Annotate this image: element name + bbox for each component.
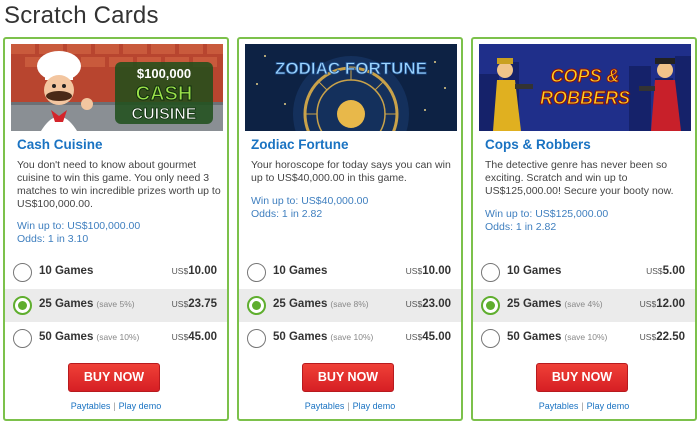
win-up-to: Win up to: US$100,000.00: [17, 220, 141, 232]
banner-text-title: ZODIAC FORTUNE: [275, 59, 427, 78]
option-50-games[interactable]: 50 Games (save 10%) US$22.50: [473, 322, 695, 355]
option-25-games[interactable]: 25 Games (save 4%) US$12.00: [473, 289, 695, 322]
option-currency: US$: [639, 299, 657, 309]
banner-text-cash: CASH: [136, 83, 193, 105]
option-price: 23.75: [188, 298, 217, 310]
play-demo-link[interactable]: Play demo: [353, 401, 396, 411]
odds: Odds: 1 in 2.82: [485, 221, 557, 233]
option-price: 45.00: [422, 331, 451, 343]
game-banner-image[interactable]: COPS & ROBBERS: [479, 44, 691, 131]
banner-text-robbers: ROBBERS: [540, 88, 630, 108]
option-save: (save 10%): [330, 332, 374, 342]
option-label: 25 Games: [507, 298, 562, 310]
radio-button[interactable]: [13, 263, 32, 282]
radio-button[interactable]: [247, 329, 266, 348]
card-links: Paytables | Play demo: [5, 401, 227, 411]
radio-button[interactable]: [13, 329, 32, 348]
paytables-link[interactable]: Paytables: [539, 401, 579, 411]
option-save: (save 8%): [330, 299, 369, 309]
scratch-card-cops-robbers: COPS & ROBBERS Cops & Robbers The detect…: [471, 37, 697, 421]
card-links: Paytables | Play demo: [473, 401, 695, 411]
buy-now-button[interactable]: BUY NOW: [68, 363, 160, 392]
game-banner-image[interactable]: $100,000 CASH CUISINE: [11, 44, 223, 131]
option-currency: US$: [639, 332, 657, 342]
option-currency: US$: [171, 266, 189, 276]
option-25-games[interactable]: 25 Games (save 8%) US$23.00: [239, 289, 461, 322]
option-50-games[interactable]: 50 Games (save 10%) US$45.00: [239, 322, 461, 355]
option-25-games[interactable]: 25 Games (save 5%) US$23.75: [5, 289, 227, 322]
option-currency: US$: [405, 299, 423, 309]
win-up-to: Win up to: US$40,000.00: [251, 195, 369, 207]
radio-button-selected[interactable]: [247, 296, 266, 315]
paytables-link[interactable]: Paytables: [71, 401, 111, 411]
play-demo-link[interactable]: Play demo: [119, 401, 162, 411]
option-50-games[interactable]: 50 Games (save 10%) US$45.00: [5, 322, 227, 355]
card-description: Your horoscope for today says you can wi…: [251, 159, 451, 184]
option-currency: US$: [405, 332, 423, 342]
option-currency: US$: [405, 266, 423, 276]
paytables-link[interactable]: Paytables: [305, 401, 345, 411]
card-description: You don't need to know about gourmet cui…: [17, 159, 221, 210]
option-save: (save 10%): [96, 332, 140, 342]
page-title: Scratch Cards: [4, 2, 159, 29]
card-title[interactable]: Cash Cuisine: [17, 137, 103, 152]
option-save: (save 10%): [564, 332, 608, 342]
option-save: (save 5%): [96, 299, 135, 309]
option-label: 50 Games: [507, 331, 562, 343]
odds: Odds: 1 in 3.10: [17, 233, 89, 245]
option-label: 10 Games: [273, 265, 328, 277]
link-separator: |: [347, 401, 350, 411]
option-price: 5.00: [662, 265, 685, 277]
option-price: 45.00: [188, 331, 217, 343]
option-price: 23.00: [422, 298, 451, 310]
radio-button-selected[interactable]: [13, 296, 32, 315]
option-label: 25 Games: [39, 298, 94, 310]
buy-now-button[interactable]: BUY NOW: [536, 363, 628, 392]
win-up-to: Win up to: US$125,000.00: [485, 208, 609, 220]
radio-button-selected[interactable]: [481, 296, 500, 315]
radio-button[interactable]: [481, 263, 500, 282]
link-separator: |: [581, 401, 584, 411]
option-label: 50 Games: [273, 331, 328, 343]
banner-text-cops: COPS &: [550, 66, 619, 86]
option-currency: US$: [646, 266, 663, 276]
card-description: The detective genre has never been so ex…: [485, 159, 674, 197]
option-10-games[interactable]: 10 Games US$10.00: [5, 256, 227, 289]
option-price: 22.50: [656, 331, 685, 343]
option-label: 10 Games: [507, 265, 562, 277]
option-save: (save 4%): [564, 299, 603, 309]
card-links: Paytables | Play demo: [239, 401, 461, 411]
option-10-games[interactable]: 10 Games US$5.00: [473, 256, 695, 289]
option-price: 10.00: [188, 265, 217, 277]
radio-button[interactable]: [481, 329, 500, 348]
link-separator: |: [113, 401, 116, 411]
option-label: 10 Games: [39, 265, 94, 277]
scratch-card-zodiac-fortune: ZODIAC FORTUNE Zodiac Fortune Your horos…: [237, 37, 463, 421]
option-10-games[interactable]: 10 Games US$10.00: [239, 256, 461, 289]
odds: Odds: 1 in 2.82: [251, 208, 323, 220]
game-banner-image[interactable]: ZODIAC FORTUNE: [245, 44, 457, 131]
card-title[interactable]: Cops & Robbers: [485, 137, 591, 152]
scratch-cards-list: $100,000 CASH CUISINE Cash Cuisine You d…: [3, 37, 699, 422]
option-price: 12.00: [656, 298, 685, 310]
option-currency: US$: [171, 299, 189, 309]
card-title[interactable]: Zodiac Fortune: [251, 137, 349, 152]
buy-now-button[interactable]: BUY NOW: [302, 363, 394, 392]
scratch-card-cash-cuisine: $100,000 CASH CUISINE Cash Cuisine You d…: [3, 37, 229, 421]
play-demo-link[interactable]: Play demo: [587, 401, 630, 411]
option-price: 10.00: [422, 265, 451, 277]
option-label: 50 Games: [39, 331, 94, 343]
banner-text-amount: $100,000: [137, 66, 191, 81]
option-currency: US$: [171, 332, 189, 342]
banner-text-cuisine: CUISINE: [132, 106, 197, 123]
option-label: 25 Games: [273, 298, 328, 310]
radio-button[interactable]: [247, 263, 266, 282]
